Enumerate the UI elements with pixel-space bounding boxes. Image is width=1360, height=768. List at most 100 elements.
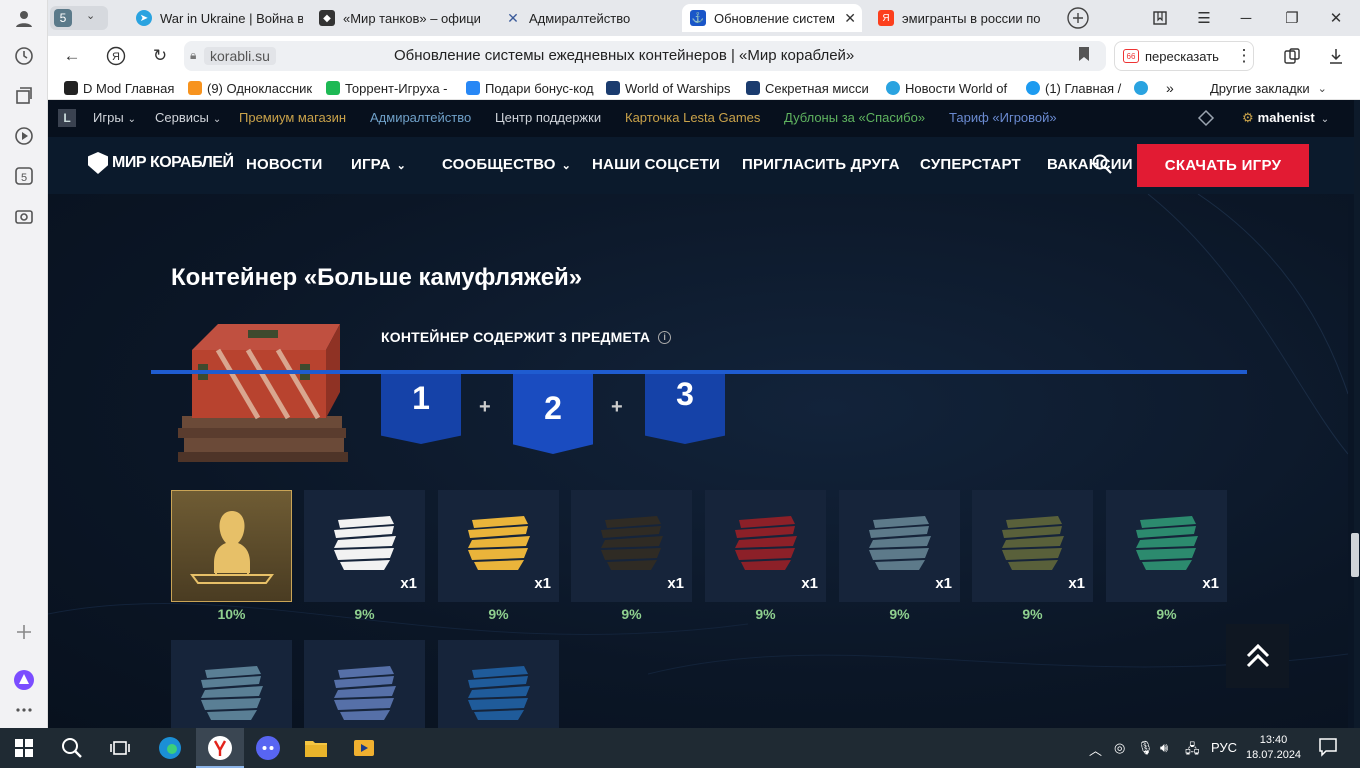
util-nav-lesta-card[interactable]: Карточка Lesta Games bbox=[625, 110, 760, 125]
bookmark-icon[interactable] bbox=[1078, 46, 1090, 65]
language-indicator[interactable]: РУС bbox=[1211, 740, 1237, 755]
nav-superstart[interactable]: СУПЕРСТАРТ bbox=[920, 156, 1021, 173]
info-icon[interactable]: i bbox=[658, 330, 672, 344]
nav-game[interactable]: ИГРА ⌄ bbox=[351, 156, 406, 173]
tab-war-in-ukraine[interactable]: ➤ War in Ukraine | Война в bbox=[128, 4, 303, 32]
util-nav-support[interactable]: Центр поддержки bbox=[495, 110, 601, 125]
more-vert-icon[interactable]: ⋮ bbox=[1232, 44, 1256, 68]
bookmark-secret-mission[interactable]: Секретная мисси bbox=[746, 79, 876, 97]
util-nav-services[interactable]: Сервисы ⌄ bbox=[155, 110, 221, 125]
retell-label: пересказать bbox=[1145, 48, 1219, 64]
other-bookmarks[interactable]: Другие закладки ⌄ bbox=[1210, 79, 1340, 97]
volume-icon[interactable]: 🔊︎ bbox=[1160, 740, 1168, 756]
item-card-commander[interactable] bbox=[171, 490, 292, 602]
bookmark-torrent-igruha[interactable]: Торрент-Игруха - bbox=[326, 79, 456, 97]
extensions-icon[interactable] bbox=[1280, 44, 1304, 68]
video-icon[interactable] bbox=[12, 124, 36, 148]
system-clock[interactable]: 13:40 18.07.2024 bbox=[1246, 733, 1301, 763]
task-view-icon[interactable] bbox=[106, 734, 134, 762]
util-nav-games[interactable]: Игры ⌄ bbox=[93, 110, 136, 125]
restore-icon[interactable]: ❐ bbox=[1280, 6, 1304, 30]
scrollbar-thumb[interactable] bbox=[1351, 533, 1359, 577]
download-game-button[interactable]: СКАЧАТЬ ИГРУ bbox=[1137, 144, 1309, 187]
close-window-icon[interactable]: ✕ bbox=[1324, 6, 1348, 30]
collections-icon[interactable] bbox=[12, 84, 36, 108]
nav-invite-friend[interactable]: ПРИГЛАСИТЬ ДРУГА bbox=[742, 156, 900, 173]
tab-group-selector[interactable]: 5 ⌄ bbox=[50, 6, 108, 30]
download-icon[interactable] bbox=[1324, 44, 1348, 68]
bookmark-odnoklassniki[interactable]: (9) Одноклассник bbox=[188, 79, 318, 97]
back-icon[interactable]: ← bbox=[60, 44, 84, 68]
bookmark-world-of-warships[interactable]: World of Warships bbox=[606, 79, 736, 97]
minimize-icon[interactable]: ─ bbox=[1234, 6, 1258, 30]
media-player-icon[interactable] bbox=[350, 734, 378, 762]
bookmark-favicon bbox=[466, 81, 480, 95]
add-panel-icon[interactable] bbox=[12, 620, 36, 644]
item-card-camouflage[interactable] bbox=[438, 640, 559, 728]
nav-our-socials[interactable]: НАШИ СОЦСЕТИ bbox=[592, 156, 720, 173]
item-card-camouflage[interactable]: x1 bbox=[705, 490, 826, 602]
history-icon[interactable] bbox=[12, 44, 36, 68]
more-dots-icon[interactable] bbox=[12, 698, 36, 722]
bookmark-news-world-of[interactable]: Новости World of bbox=[886, 79, 1016, 97]
yandex-logo-icon[interactable]: Я bbox=[104, 44, 128, 68]
item-card-camouflage[interactable]: x1 bbox=[839, 490, 960, 602]
network-icon[interactable]: 🖧︎ bbox=[1185, 740, 1200, 762]
address-bar[interactable]: 🔒︎ korabli.su Обновление системы ежеднев… bbox=[184, 41, 1106, 71]
bookmark-podari-bonus[interactable]: Подари бонус-код bbox=[466, 79, 596, 97]
notification-center-icon[interactable] bbox=[1318, 737, 1338, 760]
util-nav-admiralty[interactable]: Адмиралтейство bbox=[370, 110, 471, 125]
nav-vacancies[interactable]: ВАКАНСИИ bbox=[1047, 156, 1133, 173]
discord-icon[interactable] bbox=[254, 734, 282, 762]
util-nav-premium-shop[interactable]: Премиум магазин bbox=[239, 110, 346, 125]
microphone-tray-icon[interactable]: 🎙︎ bbox=[1137, 740, 1154, 756]
close-tab-icon[interactable]: ✕ bbox=[844, 10, 856, 27]
site-logo[interactable]: МИР КОРАБЛЕЙ bbox=[88, 152, 234, 174]
yandex-icon: Я bbox=[878, 10, 894, 26]
profile-icon[interactable] bbox=[12, 6, 36, 30]
util-nav-doubloons-thanks[interactable]: Дублоны за «Спасибо» bbox=[784, 110, 925, 125]
new-tab-button[interactable] bbox=[1066, 6, 1090, 30]
start-icon[interactable] bbox=[10, 734, 38, 762]
item-card-camouflage[interactable]: x1 bbox=[438, 490, 559, 602]
item-card-camouflage[interactable]: x1 bbox=[571, 490, 692, 602]
alice-icon[interactable] bbox=[12, 668, 36, 692]
bookmark-label: Торрент-Игруха - bbox=[345, 80, 448, 96]
lesta-logo-icon[interactable]: L bbox=[58, 109, 76, 127]
search-icon[interactable] bbox=[1091, 153, 1113, 175]
yandex-browser-taskbar[interactable] bbox=[196, 728, 244, 768]
notifications-icon[interactable] bbox=[1196, 108, 1216, 131]
user-menu[interactable]: ⚙ mahenist ⌄ bbox=[1242, 110, 1329, 126]
menu-icon[interactable]: ☰ bbox=[1192, 6, 1216, 30]
webcam-tray-icon[interactable]: ◎ bbox=[1114, 740, 1125, 756]
tab-korabli-active[interactable]: ⚓ Обновление систем ✕ bbox=[682, 4, 862, 32]
tab-title: Обновление систем bbox=[714, 10, 835, 26]
nav-news[interactable]: НОВОСТИ bbox=[246, 156, 322, 173]
tab-mir-tankov[interactable]: ◆ «Мир танков» – офици bbox=[311, 4, 491, 32]
item-card-camouflage[interactable]: x1 bbox=[972, 490, 1093, 602]
util-nav-gaming-tariff[interactable]: Тариф «Игровой» bbox=[949, 110, 1057, 125]
page-scrollbar[interactable] bbox=[1354, 100, 1360, 728]
item-drop-chance: 9% bbox=[621, 606, 642, 622]
bookmark-d-mod[interactable]: D Mod Главная bbox=[64, 79, 184, 97]
site-util-bar: L Игры ⌄ Сервисы ⌄ Премиум магазин Адмирал… bbox=[48, 100, 1354, 137]
item-card-camouflage[interactable] bbox=[171, 640, 292, 728]
tab-admiralty[interactable]: ✕ Адмиралтейство bbox=[497, 4, 677, 32]
bookmark-twitter-home[interactable]: (1) Главная / bbox=[1026, 79, 1136, 97]
scroll-to-top-button[interactable] bbox=[1226, 624, 1289, 688]
file-explorer-icon[interactable] bbox=[302, 734, 330, 762]
search-icon[interactable] bbox=[58, 734, 86, 762]
bookmark-telegram[interactable] bbox=[1134, 79, 1152, 97]
tab-emigrants-search[interactable]: Я эмигранты в россии по bbox=[870, 4, 1050, 32]
item-card-camouflage[interactable]: x1 bbox=[1106, 490, 1227, 602]
screenshot-icon[interactable] bbox=[12, 204, 36, 228]
item-card-camouflage[interactable] bbox=[304, 640, 425, 728]
nav-community[interactable]: СООБЩЕСТВО ⌄ bbox=[442, 156, 571, 173]
tab-counter-icon[interactable]: 5 bbox=[12, 164, 36, 188]
reload-icon[interactable]: ↻ bbox=[148, 44, 172, 68]
more-bookmarks-icon[interactable]: » bbox=[1166, 79, 1180, 97]
edge-icon[interactable] bbox=[156, 734, 184, 762]
item-card-camouflage[interactable]: x1 bbox=[304, 490, 425, 602]
tray-expand-icon[interactable]: ︿ bbox=[1089, 740, 1102, 759]
bookmarks-panel-icon[interactable] bbox=[1148, 6, 1172, 30]
